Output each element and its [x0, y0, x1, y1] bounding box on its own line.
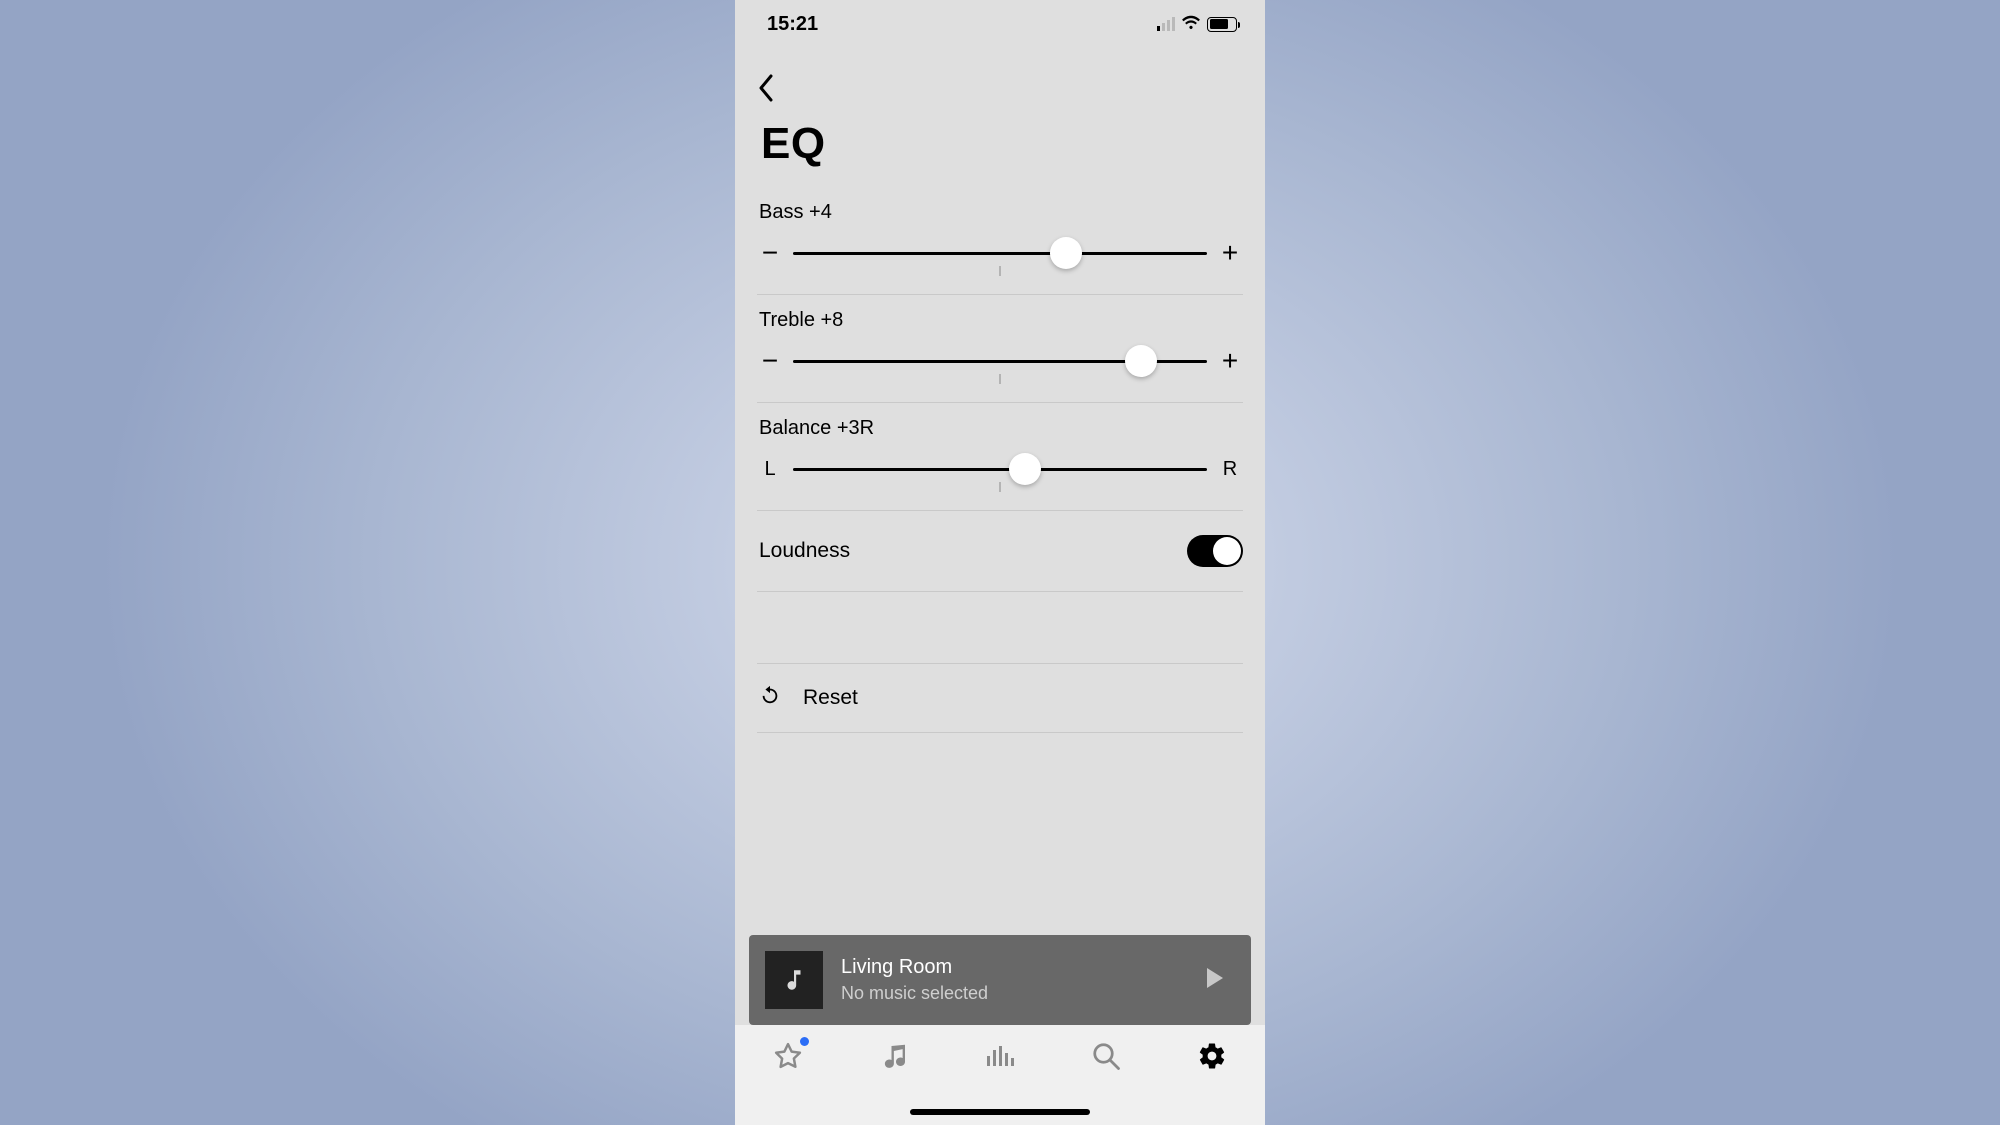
album-art-placeholder — [765, 951, 823, 1009]
balance-right-label: R — [1217, 458, 1243, 481]
now-playing-text: Living Room No music selected — [841, 956, 1187, 1004]
treble-slider[interactable] — [793, 346, 1207, 376]
balance-row: Balance +3R L R — [757, 403, 1243, 511]
treble-label: Treble +8 — [757, 309, 1243, 332]
now-playing-room: Living Room — [841, 956, 1187, 979]
tab-bar — [735, 1025, 1265, 1125]
loudness-toggle[interactable] — [1187, 535, 1243, 567]
now-playing-bar[interactable]: Living Room No music selected — [749, 935, 1251, 1025]
bass-decrease-button[interactable]: − — [757, 244, 783, 262]
nav-bar — [735, 48, 1265, 107]
bass-slider[interactable] — [793, 238, 1207, 268]
cellular-signal-icon — [1157, 17, 1175, 31]
home-indicator — [910, 1109, 1090, 1115]
favorites-notification-dot — [800, 1037, 809, 1046]
balance-slider[interactable] — [793, 454, 1207, 484]
loudness-label: Loudness — [759, 539, 850, 563]
phone-frame: 15:21 EQ Bass +4 − — [735, 0, 1265, 1125]
tab-settings[interactable] — [1195, 1039, 1229, 1073]
clock: 15:21 — [767, 13, 818, 36]
bass-row: Bass +4 − + — [757, 187, 1243, 295]
status-bar: 15:21 — [735, 0, 1265, 48]
page-title: EQ — [735, 107, 1265, 187]
status-icons — [1157, 13, 1237, 36]
tab-search[interactable] — [1089, 1039, 1123, 1073]
back-button[interactable] — [757, 89, 775, 106]
tab-music[interactable] — [877, 1039, 911, 1073]
bass-increase-button[interactable]: + — [1217, 244, 1243, 262]
tab-rooms[interactable] — [983, 1039, 1017, 1073]
now-playing-subtitle: No music selected — [841, 983, 1187, 1004]
treble-decrease-button[interactable]: − — [757, 352, 783, 370]
wifi-icon — [1181, 13, 1201, 36]
reset-label: Reset — [803, 686, 858, 710]
tab-favorites[interactable] — [771, 1039, 805, 1073]
reset-button[interactable]: Reset — [757, 664, 1243, 733]
play-button[interactable] — [1205, 967, 1235, 994]
balance-left-label: L — [757, 458, 783, 481]
loudness-row: Loudness — [757, 511, 1243, 592]
balance-label: Balance +3R — [757, 417, 1243, 440]
bass-label: Bass +4 — [757, 201, 1243, 224]
battery-icon — [1207, 17, 1237, 32]
reset-icon — [759, 684, 781, 712]
treble-increase-button[interactable]: + — [1217, 352, 1243, 370]
spacer — [757, 592, 1243, 664]
treble-row: Treble +8 − + — [757, 295, 1243, 403]
